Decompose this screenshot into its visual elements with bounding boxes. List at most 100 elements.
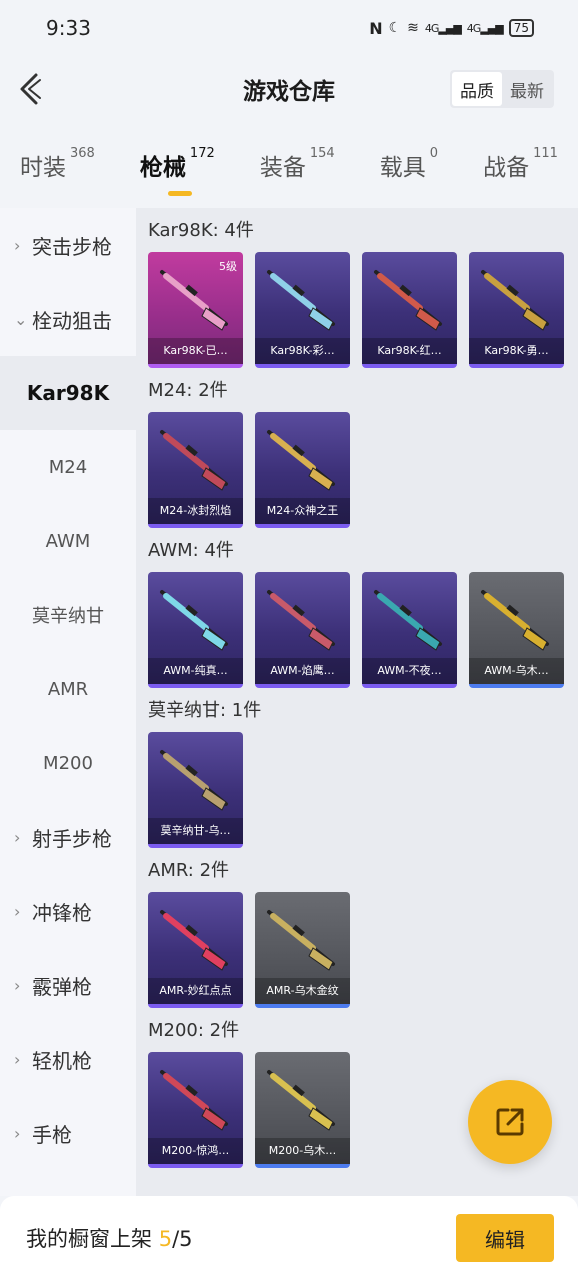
sidebar-item-assault-rifle[interactable]: › 突击步枪 [0,208,136,282]
sidebar-item-m200[interactable]: M200 [0,726,136,800]
group-title: M200: 2件 [148,1020,240,1041]
sidebar-item-marksman-rifle[interactable]: › 射手步枪 [0,800,136,874]
weapon-grid: AWM-纯真… AWM-焰鹰… AWM-不夜… AWM-乌木… [148,572,578,688]
weapon-skin-name: AMR-乌木金纹 [255,978,350,1004]
rifle-icon [267,590,335,651]
weapon-skin-name: M24-冰封烈焰 [148,498,243,524]
chevron-right-icon: › [14,827,21,847]
rifle-icon [481,270,549,331]
edit-button[interactable]: 编辑 [456,1214,554,1262]
group-title: 莫辛纳甘: 1件 [148,700,262,721]
showcase-status: 我的橱窗上架 5/5 [26,1227,193,1251]
rifle-icon [374,270,442,331]
level-badge: 5级 [219,260,237,273]
weapon-grid: 5级 Kar98K-已… Kar98K-彩… Kar98K-红… Kar98K-勇… [148,252,578,368]
rifle-icon [160,750,228,811]
moon-icon: ☾ [388,20,402,36]
weapon-skin-card[interactable]: Kar98K-红… [362,252,457,368]
signal-icon-2: 4G▂▄▆ [466,21,504,35]
chevron-right-icon: › [14,901,21,921]
weapon-skin-name: Kar98K-勇… [469,338,564,364]
group-title: M24: 2件 [148,380,228,401]
header: 游戏仓库 品质 最新 [0,56,578,122]
weapon-skin-name: 莫辛纳甘-乌… [148,818,243,844]
sort-by-newest[interactable]: 最新 [502,72,552,106]
nfc-icon: N [369,18,383,38]
status-icons: N ☾ ≋ 4G▂▄▆ 4G▂▄▆ 75 [369,19,534,38]
tab-equipment[interactable]: 装备 154 [260,140,335,198]
weapon-skin-name: M200-惊鸿… [148,1138,243,1164]
chevron-right-icon: › [14,235,21,255]
rifle-icon [160,270,228,331]
category-tabs: 时装 368 枪械 172 装备 154 载具 0 战备 111 [0,140,578,198]
rifle-icon [160,430,228,491]
weapon-skin-card[interactable]: M200-乌木… [255,1052,350,1168]
sidebar-item-smg[interactable]: › 冲锋枪 [0,874,136,948]
tab-fashion[interactable]: 时装 368 [20,140,95,198]
chevron-down-icon: ⌄ [14,309,28,329]
status-bar: 9:33 N ☾ ≋ 4G▂▄▆ 4G▂▄▆ 75 [0,0,578,56]
rifle-icon [267,430,335,491]
rifle-icon [481,590,549,651]
weapon-skin-card[interactable]: M24-众神之王 [255,412,350,528]
weapon-skin-card[interactable]: M24-冰封烈焰 [148,412,243,528]
weapon-grid: AMR-妙红点点 AMR-乌木金纹 [148,892,578,1008]
weapon-skin-name: M24-众神之王 [255,498,350,524]
group-title: AWM: 4件 [148,540,234,561]
sidebar-item-lmg[interactable]: › 轻机枪 [0,1022,136,1096]
sidebar-item-awm[interactable]: AWM [0,504,136,578]
rifle-icon [160,590,228,651]
wifi-icon: ≋ [407,20,419,36]
tab-combat-gear[interactable]: 战备 111 [483,140,558,198]
rifle-icon [374,590,442,651]
rifle-icon [267,1070,335,1131]
chevron-right-icon: › [14,975,21,995]
sort-toggle[interactable]: 品质 最新 [450,70,554,108]
sidebar-item-pistol[interactable]: › 手枪 [0,1096,136,1170]
sort-by-quality[interactable]: 品质 [452,72,502,106]
weapon-skin-name: AWM-焰鹰… [255,658,350,684]
rifle-icon [267,270,335,331]
weapon-skin-card[interactable]: AWM-焰鹰… [255,572,350,688]
weapon-skin-name: AWM-不夜… [362,658,457,684]
sidebar-item-kar98k[interactable]: Kar98K [0,356,136,430]
weapon-skin-card[interactable]: AMR-妙红点点 [148,892,243,1008]
rifle-icon [267,910,335,971]
chevron-right-icon: › [14,1123,21,1143]
weapon-skin-name: AWM-乌木… [469,658,564,684]
weapon-skin-card[interactable]: AWM-不夜… [362,572,457,688]
weapon-skin-card[interactable]: M200-惊鸿… [148,1052,243,1168]
rifle-icon [160,1070,228,1131]
group-title: Kar98K: 4件 [148,220,254,241]
back-arrow-icon[interactable] [18,72,42,106]
weapon-skin-card[interactable]: AMR-乌木金纹 [255,892,350,1008]
weapon-skin-name: AMR-妙红点点 [148,978,243,1004]
sidebar-item-shotgun[interactable]: › 霰弹枪 [0,948,136,1022]
sidebar-item-amr[interactable]: AMR [0,652,136,726]
tab-firearms[interactable]: 枪械 172 [140,140,215,198]
tab-vehicles[interactable]: 载具 0 [380,140,438,198]
sidebar-item-m24[interactable]: M24 [0,430,136,504]
weapon-skin-name: M200-乌木… [255,1138,350,1164]
active-tab-indicator [167,191,192,196]
weapon-skin-name: AWM-纯真… [148,658,243,684]
weapon-skin-name: Kar98K-已… [148,338,243,364]
sidebar-item-mosin[interactable]: 莫辛纳甘 [0,578,136,652]
weapon-skin-card[interactable]: Kar98K-勇… [469,252,564,368]
weapon-category-sidebar: › 突击步枪 ⌄ 栓动狙击 Kar98K M24 AWM 莫辛纳甘 AMR M2… [0,208,136,1196]
showcase-count: 5 [158,1227,173,1251]
rifle-icon [160,910,228,971]
battery-icon: 75 [508,19,534,37]
weapon-skin-card[interactable]: 5级 Kar98K-已… [148,252,243,368]
weapon-skin-card[interactable]: AWM-乌木… [469,572,564,688]
share-button[interactable] [468,1080,552,1164]
signal-icon: 4G▂▄▆ [424,21,462,35]
page-title: 游戏仓库 [243,79,335,105]
weapon-skin-card[interactable]: AWM-纯真… [148,572,243,688]
chevron-right-icon: › [14,1049,21,1069]
group-title: AMR: 2件 [148,860,230,881]
weapon-skin-card[interactable]: 莫辛纳甘-乌… [148,732,243,848]
sidebar-item-bolt-sniper[interactable]: ⌄ 栓动狙击 [0,282,136,356]
weapon-skin-name: Kar98K-彩… [255,338,350,364]
weapon-skin-card[interactable]: Kar98K-彩… [255,252,350,368]
